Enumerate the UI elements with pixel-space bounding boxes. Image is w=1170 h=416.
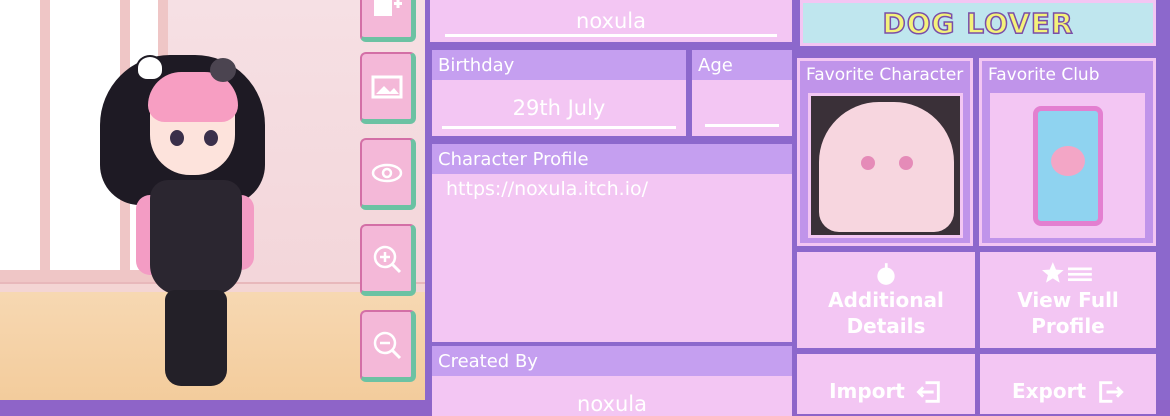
created-by-label: Created By <box>432 346 792 376</box>
additional-details-button[interactable]: Additional Details <box>797 252 975 348</box>
character-profile-label: Character Profile <box>432 144 792 174</box>
import-button[interactable]: Import <box>797 354 975 414</box>
favorite-club-label: Favorite Club <box>988 65 1100 85</box>
window-frame <box>40 0 50 282</box>
favorite-character-label: Favorite Character <box>806 65 964 85</box>
eye-icon <box>371 163 402 182</box>
character-profile-field[interactable]: https://noxula.itch.io/ <box>432 174 792 342</box>
favorite-club-image <box>990 93 1145 238</box>
character-dress <box>150 180 242 295</box>
character-profile-value: https://noxula.itch.io/ <box>446 178 648 200</box>
created-by-field[interactable]: noxula <box>432 376 792 416</box>
name-value: noxula <box>576 9 646 33</box>
favorite-character-card[interactable]: Favorite Character <box>797 58 973 246</box>
bear-ear-accessory <box>210 58 236 82</box>
export-button[interactable]: Export <box>980 354 1156 414</box>
birthday-value: 29th July <box>512 96 606 120</box>
birthday-label: Birthday <box>432 50 686 80</box>
character-portrait <box>819 102 954 232</box>
name-underline <box>445 34 777 37</box>
age-field[interactable] <box>692 80 792 136</box>
image-icon <box>371 75 402 98</box>
import-label: Import <box>829 379 905 403</box>
add-character-icon <box>373 0 402 16</box>
character-legs <box>165 290 227 386</box>
birthday-underline <box>442 126 676 129</box>
banner-text: DOG LOVER <box>882 6 1074 41</box>
additional-details-line1: Additional <box>828 288 944 312</box>
created-by-value: noxula <box>577 392 647 416</box>
club-heart <box>1051 146 1085 176</box>
import-icon <box>916 381 940 403</box>
favorite-club-card[interactable]: Favorite Club <box>979 58 1156 246</box>
export-label: Export <box>1011 379 1087 403</box>
portrait-eye <box>861 156 875 170</box>
apple-icon <box>877 263 895 285</box>
zoom-out-button[interactable] <box>360 310 416 382</box>
background-image-button[interactable] <box>360 52 416 124</box>
add-character-button[interactable] <box>360 0 416 42</box>
view-full-profile-line2: Profile <box>1031 314 1105 338</box>
additional-details-line2: Details <box>846 314 926 338</box>
view-full-profile-line1: View Full <box>1017 288 1119 312</box>
age-underline <box>705 124 779 127</box>
portrait-eye <box>899 156 913 170</box>
character-eye <box>170 130 184 146</box>
view-button[interactable] <box>360 138 416 210</box>
star-list-icon <box>1042 262 1092 283</box>
zoom-out-icon <box>373 331 401 359</box>
age-label: Age <box>692 50 792 80</box>
character-eye <box>204 130 218 146</box>
favorite-character-image <box>808 93 963 238</box>
export-icon <box>1099 381 1124 403</box>
zoom-in-button[interactable] <box>360 224 416 296</box>
skull-hair-accessory <box>136 55 164 81</box>
dog-lover-banner: DOG LOVER <box>800 0 1156 46</box>
zoom-in-icon <box>373 245 401 273</box>
view-full-profile-button[interactable]: View Full Profile <box>980 252 1156 348</box>
